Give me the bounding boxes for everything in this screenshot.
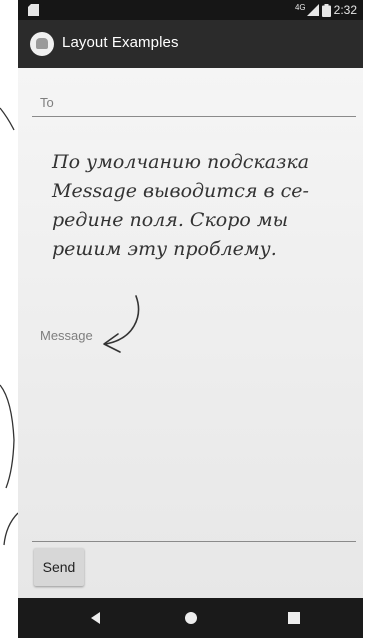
phone-screen: 4G 2:32 Layout Examples To По умолчанию … xyxy=(18,0,363,638)
home-icon[interactable] xyxy=(183,610,199,626)
status-bar: 4G 2:32 xyxy=(18,0,363,20)
content-area: To По умолчанию подсказка Message выводи… xyxy=(18,68,363,598)
handwritten-annotation: По умолчанию подсказка Message выводится… xyxy=(52,151,310,260)
navigation-bar xyxy=(18,598,363,638)
to-field[interactable]: To xyxy=(32,92,356,117)
signal-icon xyxy=(306,4,319,16)
app-logo-icon xyxy=(30,32,54,56)
message-hint: Message xyxy=(40,328,93,343)
network-type-label: 4G xyxy=(294,2,306,12)
back-icon[interactable] xyxy=(88,610,104,626)
send-button[interactable]: Send xyxy=(34,548,84,586)
status-icons: 4G 2:32 xyxy=(295,2,357,18)
action-bar: Layout Examples xyxy=(18,20,363,68)
clock: 2:32 xyxy=(333,3,357,17)
recents-icon[interactable] xyxy=(286,610,302,626)
to-hint: To xyxy=(40,95,54,110)
app-title: Layout Examples xyxy=(62,34,179,51)
message-field[interactable]: Message xyxy=(32,308,356,542)
sd-card-icon xyxy=(28,4,39,16)
battery-icon xyxy=(321,3,331,17)
margin-scribble xyxy=(0,107,19,546)
